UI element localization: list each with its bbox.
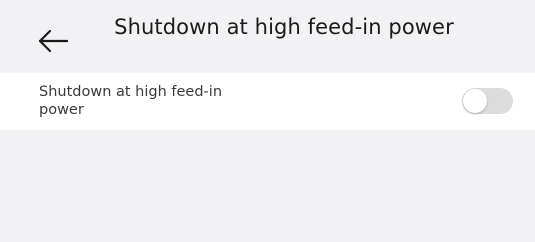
- header-bar: Shutdown at high feed-in power: [0, 0, 535, 73]
- setting-label: Shutdown at high feed-in power: [39, 84, 223, 118]
- toggle-knob: [463, 89, 487, 113]
- setting-row-shutdown-high-feed-in: Shutdown at high feed-in power: [0, 73, 535, 130]
- arrow-left-icon: [36, 26, 70, 56]
- shutdown-toggle-switch[interactable]: [462, 88, 513, 114]
- page-title: Shutdown at high feed-in power: [114, 15, 454, 39]
- empty-content-area: [0, 130, 535, 242]
- back-button[interactable]: [36, 26, 70, 56]
